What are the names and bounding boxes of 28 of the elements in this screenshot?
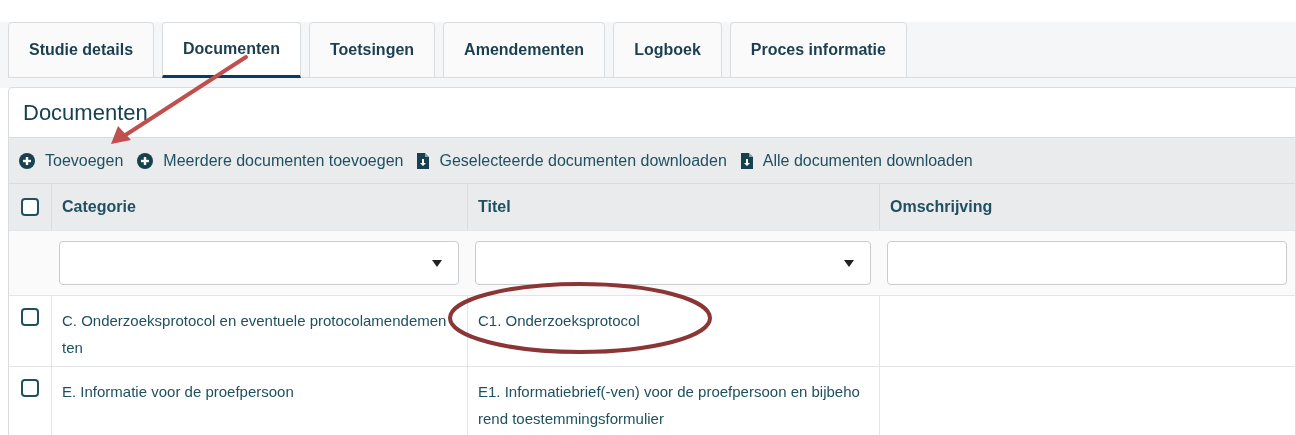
filter-field[interactable]: [887, 241, 1287, 285]
checkbox[interactable]: [21, 308, 39, 326]
panel-title: Documenten: [23, 99, 148, 127]
file-download-icon: [740, 152, 753, 169]
plus-circle-icon: [19, 152, 35, 169]
table-cell: E. Informatie voor de proefpersoon: [62, 383, 294, 400]
tab[interactable]: Proces informatie: [729, 22, 907, 78]
column-header[interactable]: Titel: [478, 195, 511, 219]
column-header[interactable]: Categorie: [62, 195, 136, 219]
table-cell: E1. Informatiebrief(-ven) voor de proefpersoon en bijbehorend toestemmingsformulier: [478, 383, 860, 427]
checkbox[interactable]: [21, 379, 39, 397]
tab[interactable]: Logboek: [613, 22, 722, 78]
table-cell: C1. Onderzoeksprotocol: [478, 312, 640, 329]
toolbar-button[interactable]: Alle documenten downloaden: [740, 148, 973, 173]
tab[interactable]: Studie details: [8, 22, 155, 78]
column-header[interactable]: Omschrijving: [890, 195, 993, 219]
plus-circle-icon: [137, 152, 154, 169]
toolbar-button[interactable]: Meerdere documenten toevoegen: [137, 148, 404, 173]
tab[interactable]: Toetsingen: [308, 22, 436, 78]
toolbar-button[interactable]: Toevoegen: [19, 148, 124, 173]
table-cell: C. Onderzoeksprotocol en eventuele protocolamendementen: [62, 312, 447, 356]
toolbar-button[interactable]: Geselecteerde documenten downloaden: [417, 148, 727, 173]
tab[interactable]: Documenten: [162, 22, 301, 78]
file-download-icon: [417, 152, 430, 169]
tab[interactable]: Amendementen: [443, 22, 606, 78]
checkbox[interactable]: [21, 198, 39, 216]
caret-down-icon: [432, 259, 442, 267]
caret-down-icon: [844, 259, 854, 267]
